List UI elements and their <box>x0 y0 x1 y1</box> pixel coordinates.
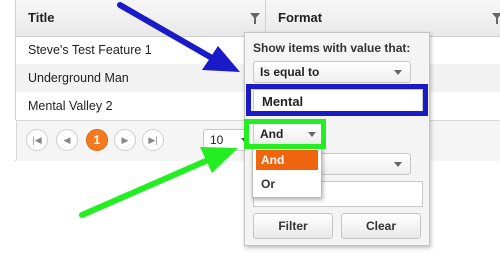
annotation-arrows <box>79 2 240 218</box>
green-arrow-icon <box>79 147 238 218</box>
blue-arrow-icon <box>117 2 240 72</box>
